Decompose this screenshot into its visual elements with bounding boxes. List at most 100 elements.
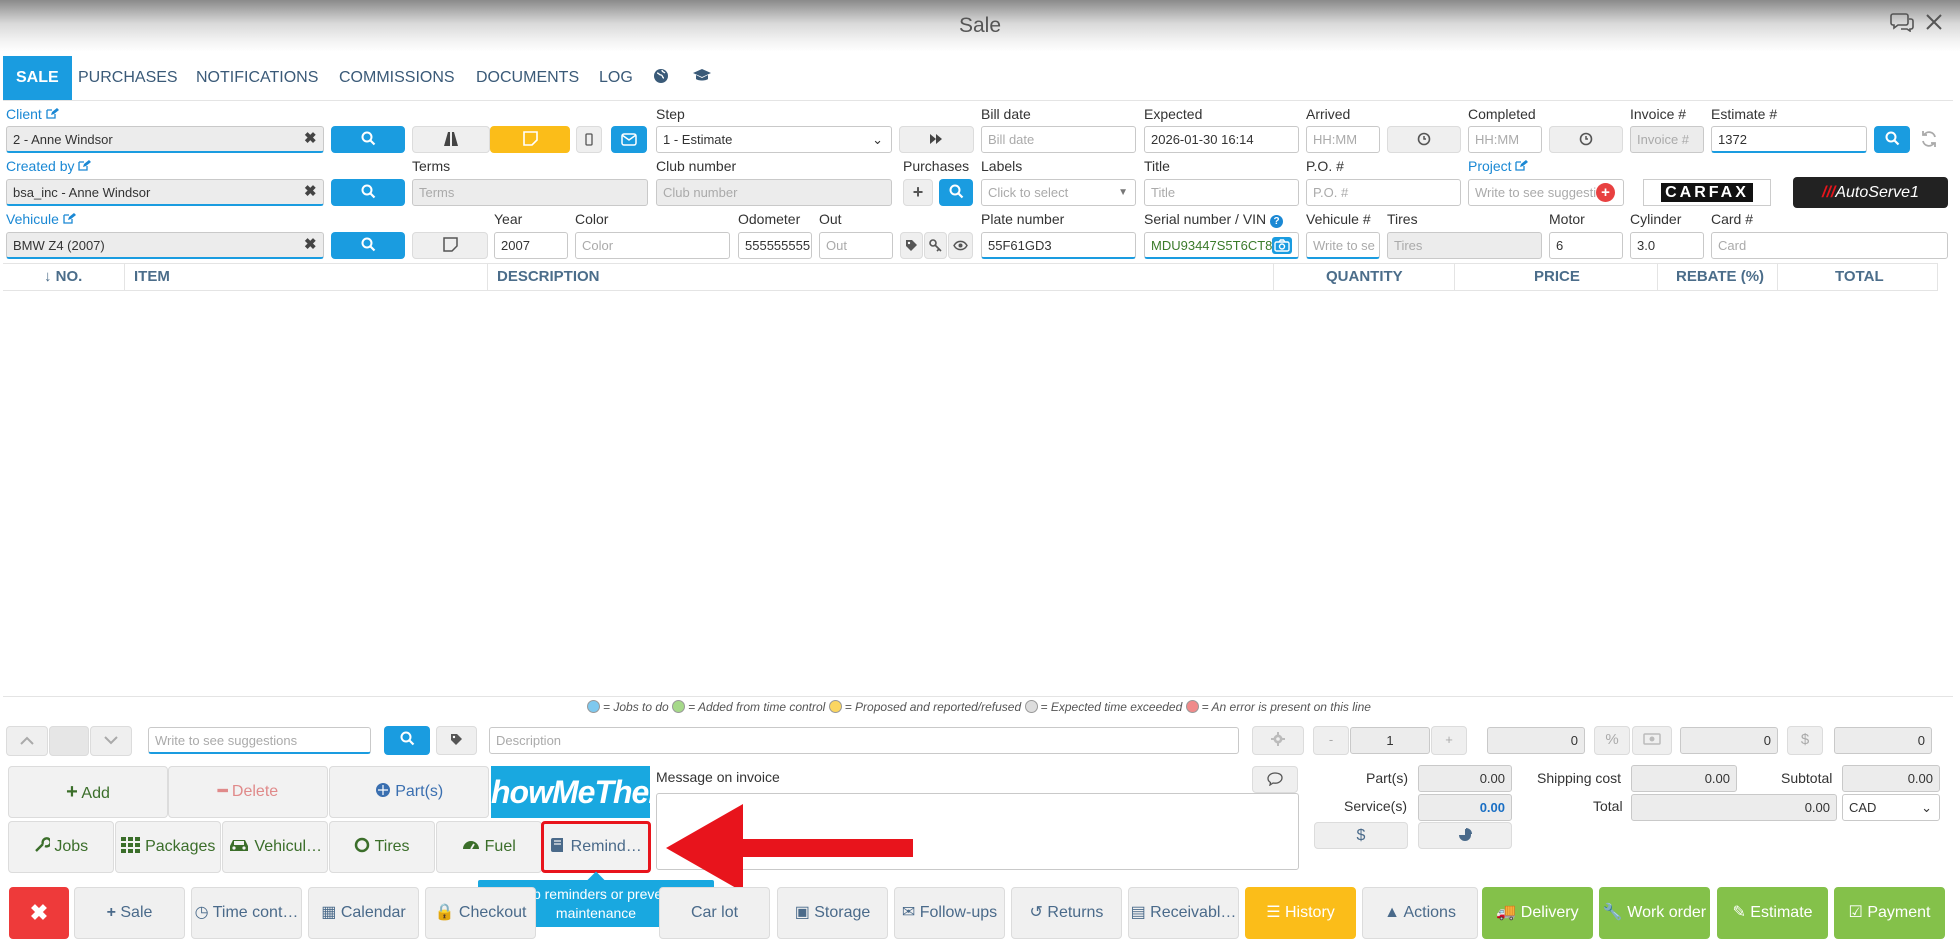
add-project-icon[interactable]: + bbox=[1596, 183, 1615, 202]
tires-button[interactable]: Tires bbox=[329, 821, 435, 873]
email-button[interactable] bbox=[611, 126, 647, 153]
arrived-field[interactable]: HH:MM bbox=[1306, 126, 1380, 153]
quantity-field[interactable]: 1 bbox=[1350, 727, 1430, 754]
key-button[interactable] bbox=[924, 232, 947, 259]
vehicle-note-button[interactable] bbox=[412, 232, 488, 259]
calendar-button[interactable]: ▦ Calendar bbox=[308, 887, 419, 939]
refresh-icon[interactable] bbox=[1920, 130, 1938, 151]
camera-icon[interactable] bbox=[1272, 237, 1292, 254]
project-label[interactable]: Project bbox=[1468, 158, 1529, 174]
labels-select[interactable]: Click to select ▼ bbox=[981, 179, 1136, 206]
delete-button[interactable]: ━ Delete bbox=[168, 766, 328, 818]
tab-sale[interactable]: SALE bbox=[3, 56, 72, 100]
created-by-field[interactable]: bsa_inc - Anne Windsor bbox=[6, 179, 324, 206]
time-control-button[interactable]: ◷ Time cont… bbox=[191, 887, 302, 939]
mobile-button[interactable] bbox=[576, 126, 602, 153]
clear-vehicle-icon[interactable]: ✖ bbox=[304, 235, 317, 253]
tab-log[interactable]: LOG bbox=[587, 56, 645, 100]
chat-icon[interactable] bbox=[1890, 12, 1914, 38]
increase-quantity-button[interactable]: + bbox=[1431, 726, 1467, 755]
club-number-field[interactable]: Club number bbox=[656, 179, 892, 206]
tab-documents[interactable]: DOCUMENTS bbox=[464, 56, 591, 100]
shipping-cost-field[interactable]: 0.00 bbox=[1631, 765, 1737, 792]
next-step-button[interactable] bbox=[899, 126, 974, 153]
tab-purchases[interactable]: PURCHASES bbox=[66, 56, 190, 100]
completed-clock-button[interactable] bbox=[1549, 126, 1623, 153]
column-header-price[interactable]: PRICE bbox=[1534, 264, 1580, 290]
created-by-label[interactable]: Created by bbox=[6, 158, 92, 174]
move-up-button[interactable] bbox=[6, 726, 48, 756]
card-number-field[interactable]: Card bbox=[1711, 232, 1948, 259]
client-field[interactable]: 2 - Anne Windsor bbox=[6, 126, 324, 153]
estimate-button[interactable]: ✎ Estimate bbox=[1717, 887, 1828, 939]
note-button[interactable] bbox=[490, 126, 570, 153]
search-created-by-button[interactable] bbox=[331, 179, 405, 206]
odometer-field[interactable]: 555555555 bbox=[738, 232, 812, 259]
add-purchase-button[interactable]: + bbox=[903, 179, 933, 206]
terms-field[interactable]: Terms bbox=[412, 179, 648, 206]
completed-field[interactable]: HH:MM bbox=[1468, 126, 1542, 153]
add-button[interactable]: + Add bbox=[8, 766, 168, 818]
view-button[interactable] bbox=[948, 232, 973, 259]
rebate-field[interactable]: 0 bbox=[1680, 727, 1778, 754]
move-down-button[interactable] bbox=[90, 726, 132, 756]
item-tag-button[interactable] bbox=[436, 726, 477, 755]
title-field[interactable]: Title bbox=[1144, 179, 1299, 206]
cash-toggle-button[interactable] bbox=[1632, 726, 1672, 755]
percent-toggle-button[interactable]: % bbox=[1594, 726, 1630, 755]
returns-button[interactable]: ↺ Returns bbox=[1011, 887, 1122, 939]
message-comment-button[interactable] bbox=[1252, 766, 1298, 793]
search-vehicle-button[interactable] bbox=[331, 232, 405, 259]
close-icon[interactable] bbox=[1924, 12, 1944, 38]
follow-ups-button[interactable]: ✉ Follow-ups bbox=[894, 887, 1005, 939]
plate-number-field[interactable]: 55F61GD3 bbox=[981, 232, 1136, 259]
promo-banner[interactable]: howMeTheP bbox=[491, 766, 650, 818]
delivery-button[interactable]: 🚚 Delivery bbox=[1482, 887, 1593, 939]
jobs-button[interactable]: Jobs bbox=[8, 821, 114, 873]
clear-client-icon[interactable]: ✖ bbox=[304, 129, 317, 147]
reminders-button[interactable]: Remind… bbox=[541, 821, 651, 873]
payment-button[interactable]: ☑ Payment bbox=[1834, 887, 1945, 939]
dollar-summary-button[interactable]: $ bbox=[1314, 822, 1408, 849]
item-suggest-field[interactable]: Write to see suggestions bbox=[148, 727, 371, 754]
graduation-cap-icon[interactable] bbox=[692, 68, 712, 87]
currency-select[interactable]: CAD ⌄ bbox=[1842, 794, 1940, 821]
po-field[interactable]: P.O. # bbox=[1306, 179, 1461, 206]
fuel-button[interactable]: Fuel bbox=[436, 821, 542, 873]
price-field[interactable]: 0 bbox=[1487, 727, 1585, 754]
estimate-number-field[interactable]: 1372 bbox=[1711, 126, 1867, 153]
description-field[interactable]: Description bbox=[489, 727, 1239, 754]
cylinder-field[interactable]: 3.0 bbox=[1630, 232, 1704, 259]
arrived-clock-button[interactable] bbox=[1387, 126, 1461, 153]
car-lot-button[interactable]: Car lot bbox=[659, 887, 770, 939]
tires-field[interactable]: Tires bbox=[1387, 232, 1542, 259]
color-field[interactable]: Color bbox=[575, 232, 730, 259]
receivables-button[interactable]: ▤ Receivabl… bbox=[1128, 887, 1239, 939]
decrease-quantity-button[interactable]: - bbox=[1313, 726, 1349, 755]
close-sale-button[interactable]: ✖ bbox=[9, 887, 69, 939]
vehicles-button[interactable]: Vehicul… bbox=[222, 821, 328, 873]
column-header-quantity[interactable]: QUANTITY bbox=[1326, 264, 1403, 290]
dollar-toggle-button[interactable]: $ bbox=[1787, 726, 1823, 755]
help-icon[interactable]: ? bbox=[1270, 215, 1284, 228]
tab-commissions[interactable]: COMMISSIONS bbox=[327, 56, 467, 100]
work-order-button[interactable]: 🔧 Work order bbox=[1599, 887, 1710, 939]
packages-button[interactable]: Packages bbox=[115, 821, 221, 873]
search-item-button[interactable] bbox=[384, 726, 430, 755]
motor-field[interactable]: 6 bbox=[1549, 232, 1623, 259]
search-purchase-button[interactable] bbox=[939, 179, 973, 206]
carfax-logo[interactable]: CARFAX bbox=[1643, 179, 1771, 206]
pie-chart-button[interactable] bbox=[1418, 822, 1512, 849]
storage-button[interactable]: ▣ Storage bbox=[777, 887, 888, 939]
line-selector[interactable] bbox=[49, 726, 89, 756]
autoserve-logo[interactable]: ///AutoServe1 bbox=[1793, 177, 1948, 208]
column-header-item[interactable]: ITEM bbox=[134, 264, 170, 290]
line-total-field[interactable]: 0 bbox=[1834, 727, 1932, 754]
vehicle-number-field[interactable]: Write to se bbox=[1306, 232, 1380, 259]
line-settings-button[interactable] bbox=[1252, 726, 1304, 755]
new-sale-button[interactable]: + Sale bbox=[74, 887, 185, 939]
actions-button[interactable]: ▲ Actions bbox=[1362, 887, 1478, 939]
history-button[interactable]: ☰ History bbox=[1245, 887, 1356, 939]
year-field[interactable]: 2007 bbox=[494, 232, 568, 259]
column-header-total[interactable]: TOTAL bbox=[1835, 264, 1884, 290]
